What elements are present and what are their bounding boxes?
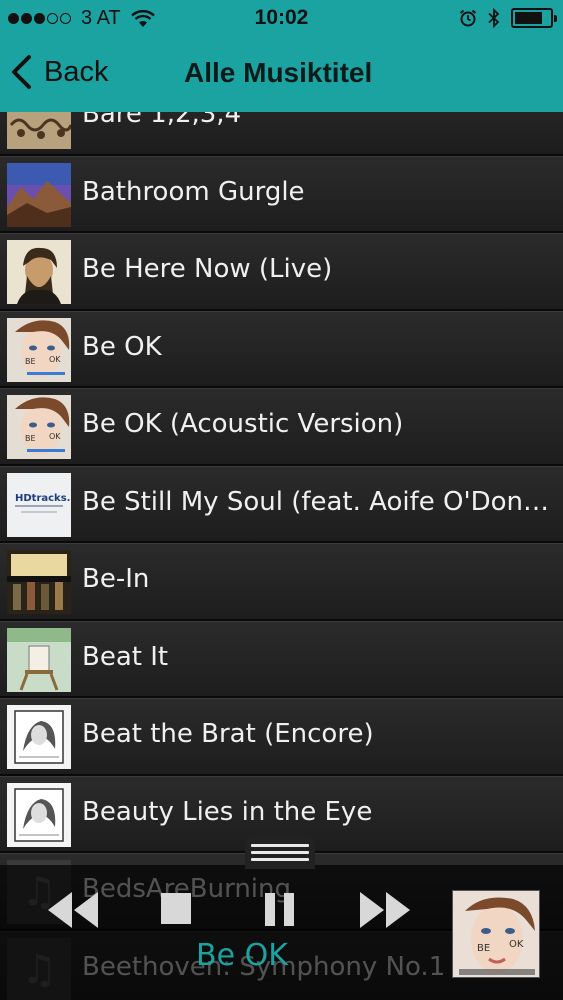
song-title: Bathroom Gurgle [82, 176, 305, 207]
song-row[interactable]: Beat the Brat (Encore) [0, 698, 563, 776]
navigation-bar: Back Alle Musiktitel [0, 38, 563, 112]
alarm-icon [459, 9, 477, 27]
top-bar: 3 AT 10:02 Back Alle Musiktitel [0, 0, 563, 112]
fast-forward-button[interactable] [358, 888, 412, 932]
song-row[interactable]: Bare 1,2,3,4 [0, 112, 563, 156]
album-cover-face: BE OK [453, 891, 539, 977]
album-art [7, 705, 71, 769]
svg-text:HDtracks.com: HDtracks.com [15, 493, 71, 504]
album-art [7, 782, 71, 847]
song-row[interactable]: Be Here Now (Live) [0, 233, 563, 311]
page-title: Alle Musiktitel [184, 57, 373, 88]
stop-button[interactable] [160, 892, 192, 926]
song-row[interactable]: BE OK Be OK [0, 310, 563, 388]
song-title: Be Still My Soul (feat. Aoife O'Donovan) [82, 486, 552, 517]
song-row[interactable]: HDtracks.com Be Still My Soul (feat. Aoif… [0, 465, 563, 543]
back-label: Back [44, 55, 109, 88]
album-art: BE OK [7, 317, 71, 382]
song-row[interactable]: BE OK Be OK (Acoustic Version) [0, 388, 563, 466]
svg-text:BE: BE [477, 943, 490, 954]
song-title: Beauty Lies in the Eye [82, 796, 373, 827]
battery-icon [511, 8, 557, 28]
album-art: BE OK [7, 395, 71, 459]
svg-text:OK: OK [49, 432, 61, 441]
player-drawer-handle[interactable] [245, 835, 315, 869]
rewind-button[interactable] [44, 888, 100, 932]
song-title: Bare 1,2,3,4 [82, 112, 242, 129]
now-playing-title[interactable]: Be OK [196, 938, 288, 973]
svg-text:OK: OK [49, 355, 61, 364]
song-row[interactable]: Beat It [0, 620, 563, 698]
bluetooth-icon [488, 8, 500, 28]
song-row[interactable]: Bathroom Gurgle [0, 155, 563, 233]
album-art [7, 550, 71, 614]
song-title: Beat It [82, 641, 169, 672]
album-art: HDtracks.com [7, 472, 71, 537]
album-art [7, 112, 71, 149]
now-playing-album-art[interactable]: BE OK [452, 890, 540, 978]
svg-text:BE: BE [25, 357, 36, 366]
album-art [7, 627, 71, 692]
song-row[interactable]: Be-In [0, 543, 563, 621]
chevron-left-icon [12, 55, 31, 89]
song-title: Be-In [82, 564, 150, 594]
svg-text:OK: OK [509, 939, 524, 950]
song-title: Be OK [82, 331, 162, 362]
svg-text:BE: BE [25, 434, 36, 443]
album-art [7, 162, 71, 227]
song-title: Be OK (Acoustic Version) [82, 409, 404, 439]
song-title: Beat the Brat (Encore) [82, 719, 374, 749]
back-button[interactable]: Back [10, 54, 108, 90]
song-title: Be Here Now (Live) [82, 254, 333, 284]
pause-button[interactable] [263, 892, 297, 928]
album-art [7, 240, 71, 304]
status-bar: 3 AT 10:02 [0, 0, 563, 38]
